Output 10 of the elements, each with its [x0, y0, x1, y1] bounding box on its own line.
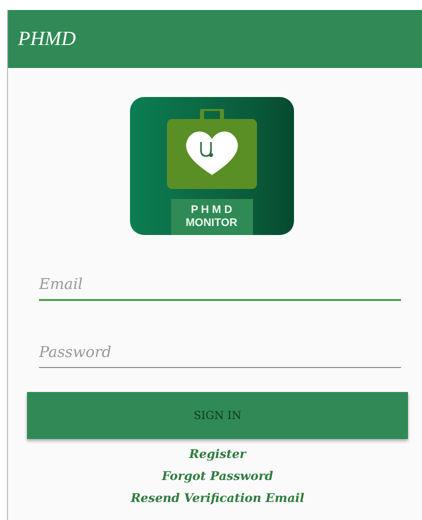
logo-text: P H M D	[190, 204, 232, 217]
text-link[interactable]: Register	[189, 445, 246, 463]
text-link[interactable]: Resend Verification Email	[130, 489, 304, 507]
sign-in-button[interactable]: SIGN IN	[27, 392, 408, 439]
logo-text: MONITOR	[186, 217, 238, 230]
text-link[interactable]: Forgot Password	[162, 467, 274, 485]
app-title: PHMD	[18, 28, 76, 50]
email-field[interactable]: Email	[39, 271, 401, 301]
medical-case-icon	[166, 109, 256, 189]
password-field[interactable]: Password	[39, 339, 401, 368]
